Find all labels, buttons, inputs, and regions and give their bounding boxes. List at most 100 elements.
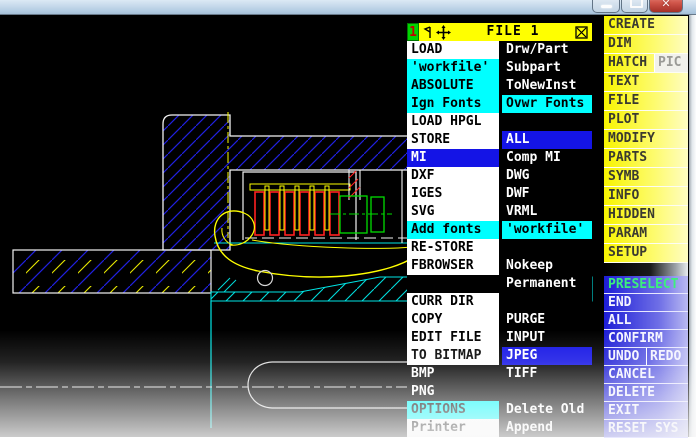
sidebar-top-group: CREATE DIM HATCH PIC TEXT FILE PLOT MODIFY PARTS…: [604, 16, 688, 263]
sidebar-item-redo[interactable]: REDO: [646, 348, 688, 365]
close-button[interactable]: ✕: [649, 0, 683, 13]
minimize-button[interactable]: [592, 0, 620, 13]
menu-item-append[interactable]: Append: [502, 419, 592, 437]
menu-item-iges[interactable]: IGES: [407, 185, 499, 203]
sidebar-item-param[interactable]: PARAM: [604, 225, 688, 244]
menu-item-dwg[interactable]: DWG: [502, 167, 592, 185]
sidebar-item-label: PARTS: [608, 150, 648, 165]
sidebar-item-symb[interactable]: SYMB: [604, 168, 688, 187]
menu-item-subpart[interactable]: Subpart: [502, 59, 592, 77]
sidebar-item-label: ALL: [608, 313, 632, 328]
sidebar-item-label: HIDDEN: [608, 207, 655, 222]
menu-item-to-bitmap[interactable]: TO BITMAP: [407, 347, 499, 365]
sidebar-item-exit[interactable]: EXIT: [604, 402, 688, 420]
menu-item-ovwr-fonts[interactable]: Ovwr Fonts: [502, 95, 592, 113]
sidebar-item-create[interactable]: CREATE: [604, 16, 688, 35]
maximize-button[interactable]: [621, 0, 648, 13]
menu-item-tiff[interactable]: TIFF: [502, 365, 592, 383]
menu-item-drw-part[interactable]: Drw/Part: [502, 41, 592, 59]
menu-row: LOAD HPGL: [407, 113, 592, 131]
menu-item-purge[interactable]: PURGE: [502, 311, 592, 329]
menu-item-fbrowser[interactable]: FBROWSER: [407, 257, 499, 275]
sidebar-item-delete[interactable]: DELETE: [604, 384, 688, 402]
menu-item-printer[interactable]: Printer: [407, 419, 499, 437]
sidebar-item-label: PRESELECT: [608, 277, 679, 292]
sidebar-item-label: DIM: [608, 36, 632, 51]
menu-item-options[interactable]: OPTIONS: [407, 401, 499, 419]
menu-row: CURR DIR: [407, 293, 592, 311]
menu-item-png[interactable]: PNG: [407, 383, 499, 401]
window-titlebar[interactable]: ✕: [0, 0, 696, 15]
sidebar-item-cancel[interactable]: CANCEL: [604, 366, 688, 384]
menu-item-mi[interactable]: MI: [407, 149, 499, 167]
menu-item-svg[interactable]: SVG: [407, 203, 499, 221]
sidebar-item-label: RESET SYS: [608, 421, 679, 436]
sidebar-item-parts[interactable]: PARTS: [604, 149, 688, 168]
file-menu: 1 FILE 1 LOAD Drw/Part'workfile' Subpart AB…: [407, 23, 592, 437]
flange-section: [12, 249, 212, 294]
sidebar-item-end[interactable]: END: [604, 294, 688, 312]
menu-row: EDIT FILE INPUT: [407, 329, 592, 347]
sidebar-item-dim[interactable]: DIM: [604, 35, 688, 54]
menu-item-re-store[interactable]: RE-STORE: [407, 239, 499, 257]
menu-item-add-fonts[interactable]: Add fonts: [407, 221, 499, 239]
menu-row: RE-STORE: [407, 239, 592, 257]
menu-item-delete-old[interactable]: Delete Old: [502, 401, 592, 419]
file-menu-header: 1 FILE 1: [407, 23, 592, 41]
menu-item-ign-fonts[interactable]: Ign Fonts: [407, 95, 499, 113]
menu-item-load[interactable]: LOAD: [407, 41, 499, 59]
menu-row: LOAD Drw/Part: [407, 41, 592, 59]
menu-item-permanent[interactable]: Permanent: [502, 275, 592, 293]
sidebar-item-confirm[interactable]: CONFIRM: [604, 330, 688, 348]
sidebar-item-label: CANCEL: [608, 367, 655, 382]
sidebar-item-pic[interactable]: PIC: [654, 54, 688, 72]
menu-item-jpeg[interactable]: JPEG: [502, 347, 592, 365]
sidebar-item-undo[interactable]: UNDO REDO: [604, 348, 688, 366]
menu-item-all[interactable]: ALL: [502, 131, 592, 149]
sidebar-item-hatch[interactable]: HATCH PIC: [604, 54, 688, 73]
menu-item-empty: [502, 383, 592, 401]
menu-item-dwf[interactable]: DWF: [502, 185, 592, 203]
sidebar-gap: [604, 263, 688, 276]
menu-row: FBROWSER Nokeep: [407, 257, 592, 275]
menu-row: Printer Append: [407, 419, 592, 437]
menu-row: PNG: [407, 383, 592, 401]
sidebar-item-preselect[interactable]: PRESELECT: [604, 276, 688, 294]
menu-close-icon[interactable]: [575, 25, 588, 39]
sidebar-item-file[interactable]: FILE: [604, 92, 688, 111]
menu-item-comp-mi[interactable]: Comp MI: [502, 149, 592, 167]
sidebar-item-setup[interactable]: SETUP: [604, 244, 688, 263]
menu-row: IGES DWF: [407, 185, 592, 203]
menu-item-store[interactable]: STORE: [407, 131, 499, 149]
menu-item-load-hpgl[interactable]: LOAD HPGL: [407, 113, 499, 131]
menu-item-copy[interactable]: COPY: [407, 311, 499, 329]
sidebar-item-label: INFO: [608, 188, 640, 203]
menu-item-bmp[interactable]: BMP: [407, 365, 499, 383]
pin-icon[interactable]: [423, 25, 434, 39]
menu-row: BMP TIFF: [407, 365, 592, 383]
menu-item-input[interactable]: INPUT: [502, 329, 592, 347]
sidebar-item-all[interactable]: ALL: [604, 312, 688, 330]
sidebar-item-text[interactable]: TEXT: [604, 73, 688, 92]
sidebar-item-plot[interactable]: PLOT: [604, 111, 688, 130]
sidebar-item-hidden[interactable]: HIDDEN: [604, 206, 688, 225]
menu-item-vrml[interactable]: VRML: [502, 203, 592, 221]
maximize-icon: [630, 0, 643, 8]
menu-item-curr-dir[interactable]: CURR DIR: [407, 293, 499, 311]
menu-item-tonewinst[interactable]: ToNewInst: [502, 77, 592, 95]
move-icon[interactable]: [436, 24, 451, 40]
menu-item-workfile[interactable]: 'workfile': [502, 221, 592, 239]
sidebar-item-reset-sys[interactable]: RESET SYS: [604, 420, 688, 438]
sidebar-item-info[interactable]: INFO: [604, 187, 688, 206]
menu-item-absolute[interactable]: ABSOLUTE: [407, 77, 499, 95]
sidebar-item-label: PARAM: [608, 226, 648, 241]
menu-row: DXF DWG: [407, 167, 592, 185]
menu-row: OPTIONS Delete Old: [407, 401, 592, 419]
menu-title: FILE 1: [486, 24, 540, 39]
sidebar-item-modify[interactable]: MODIFY: [604, 130, 688, 149]
menu-item-workfile[interactable]: 'workfile': [407, 59, 499, 77]
menu-item-nokeep[interactable]: Nokeep: [502, 257, 592, 275]
sidebar-item-label: FILE: [608, 93, 640, 108]
menu-item-edit-file[interactable]: EDIT FILE: [407, 329, 499, 347]
menu-item-dxf[interactable]: DXF: [407, 167, 499, 185]
